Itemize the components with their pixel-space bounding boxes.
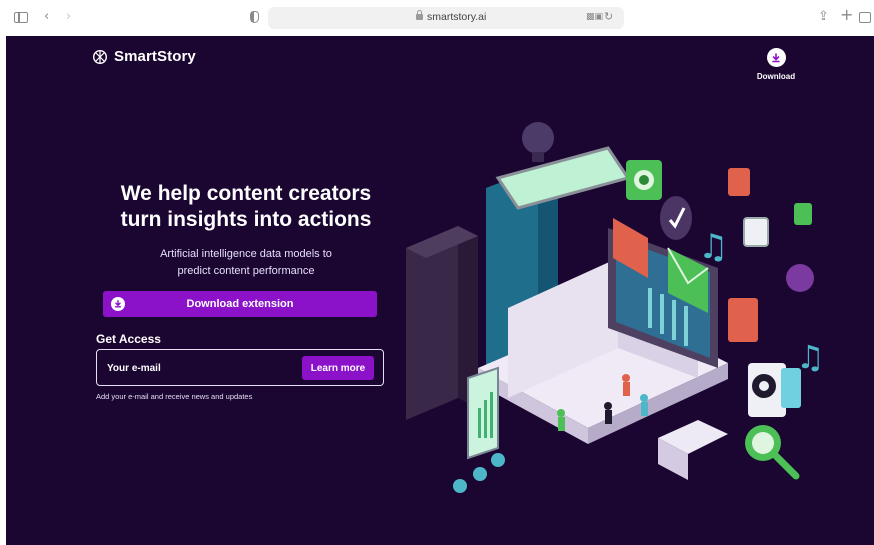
privacy-shield-icon[interactable] <box>250 11 259 23</box>
back-arrow-icon[interactable]: ‹ <box>44 9 49 25</box>
reload-icon[interactable]: ↻ <box>604 10 613 23</box>
email-helper-text: Add your e-mail and receive news and upd… <box>96 392 253 401</box>
new-tab-plus-icon[interactable]: + <box>840 7 853 23</box>
smartstory-logo-icon <box>92 49 108 64</box>
browser-toolbar: ‹ › smartstory.ai ▩▣ ↻ ⇪ + <box>0 0 874 36</box>
learn-more-button[interactable]: Learn more <box>302 356 374 380</box>
download-icon <box>766 48 786 67</box>
download-icon <box>111 297 125 311</box>
get-access-heading: Get Access <box>96 332 161 346</box>
hero-subtitle-line-2: predict content performance <box>177 265 315 277</box>
forward-arrow-icon[interactable]: › <box>66 9 71 25</box>
email-input[interactable] <box>107 360 287 376</box>
svg-text:♫: ♫ <box>698 227 728 267</box>
brand-logo[interactable]: SmartStory <box>92 48 196 65</box>
email-signup-form: Learn more <box>96 349 384 386</box>
address-bar[interactable]: smartstory.ai ▩▣ ↻ <box>268 7 624 29</box>
hero-subtitle: Artificial intelligence data models to p… <box>96 246 396 280</box>
header-download-button[interactable]: Download <box>752 48 800 81</box>
translate-icon[interactable]: ▩▣ <box>586 12 603 22</box>
download-extension-label: Download extension <box>186 298 294 310</box>
hero-headline-line-1: We help content creators <box>120 182 372 205</box>
download-extension-button[interactable]: Download extension <box>103 291 377 317</box>
url-text: smartstory.ai <box>427 11 487 23</box>
header-download-label: Download <box>756 72 796 81</box>
hero-illustration: ♫ ♫ <box>406 122 825 493</box>
hero-headline-line-2: turn insights into actions <box>120 208 372 231</box>
hero-subtitle-line-1: Artificial intelligence data models to <box>160 248 332 260</box>
hero-headline: We help content creators turn insights i… <box>76 181 416 233</box>
landing-page: SmartStory Download We help content crea… <box>6 36 874 545</box>
lock-icon <box>416 10 423 20</box>
sidebar-toggle-icon[interactable] <box>14 12 28 23</box>
brand-name: SmartStory <box>114 48 196 65</box>
tab-overview-icon[interactable] <box>859 12 871 23</box>
share-icon[interactable]: ⇪ <box>818 9 829 25</box>
